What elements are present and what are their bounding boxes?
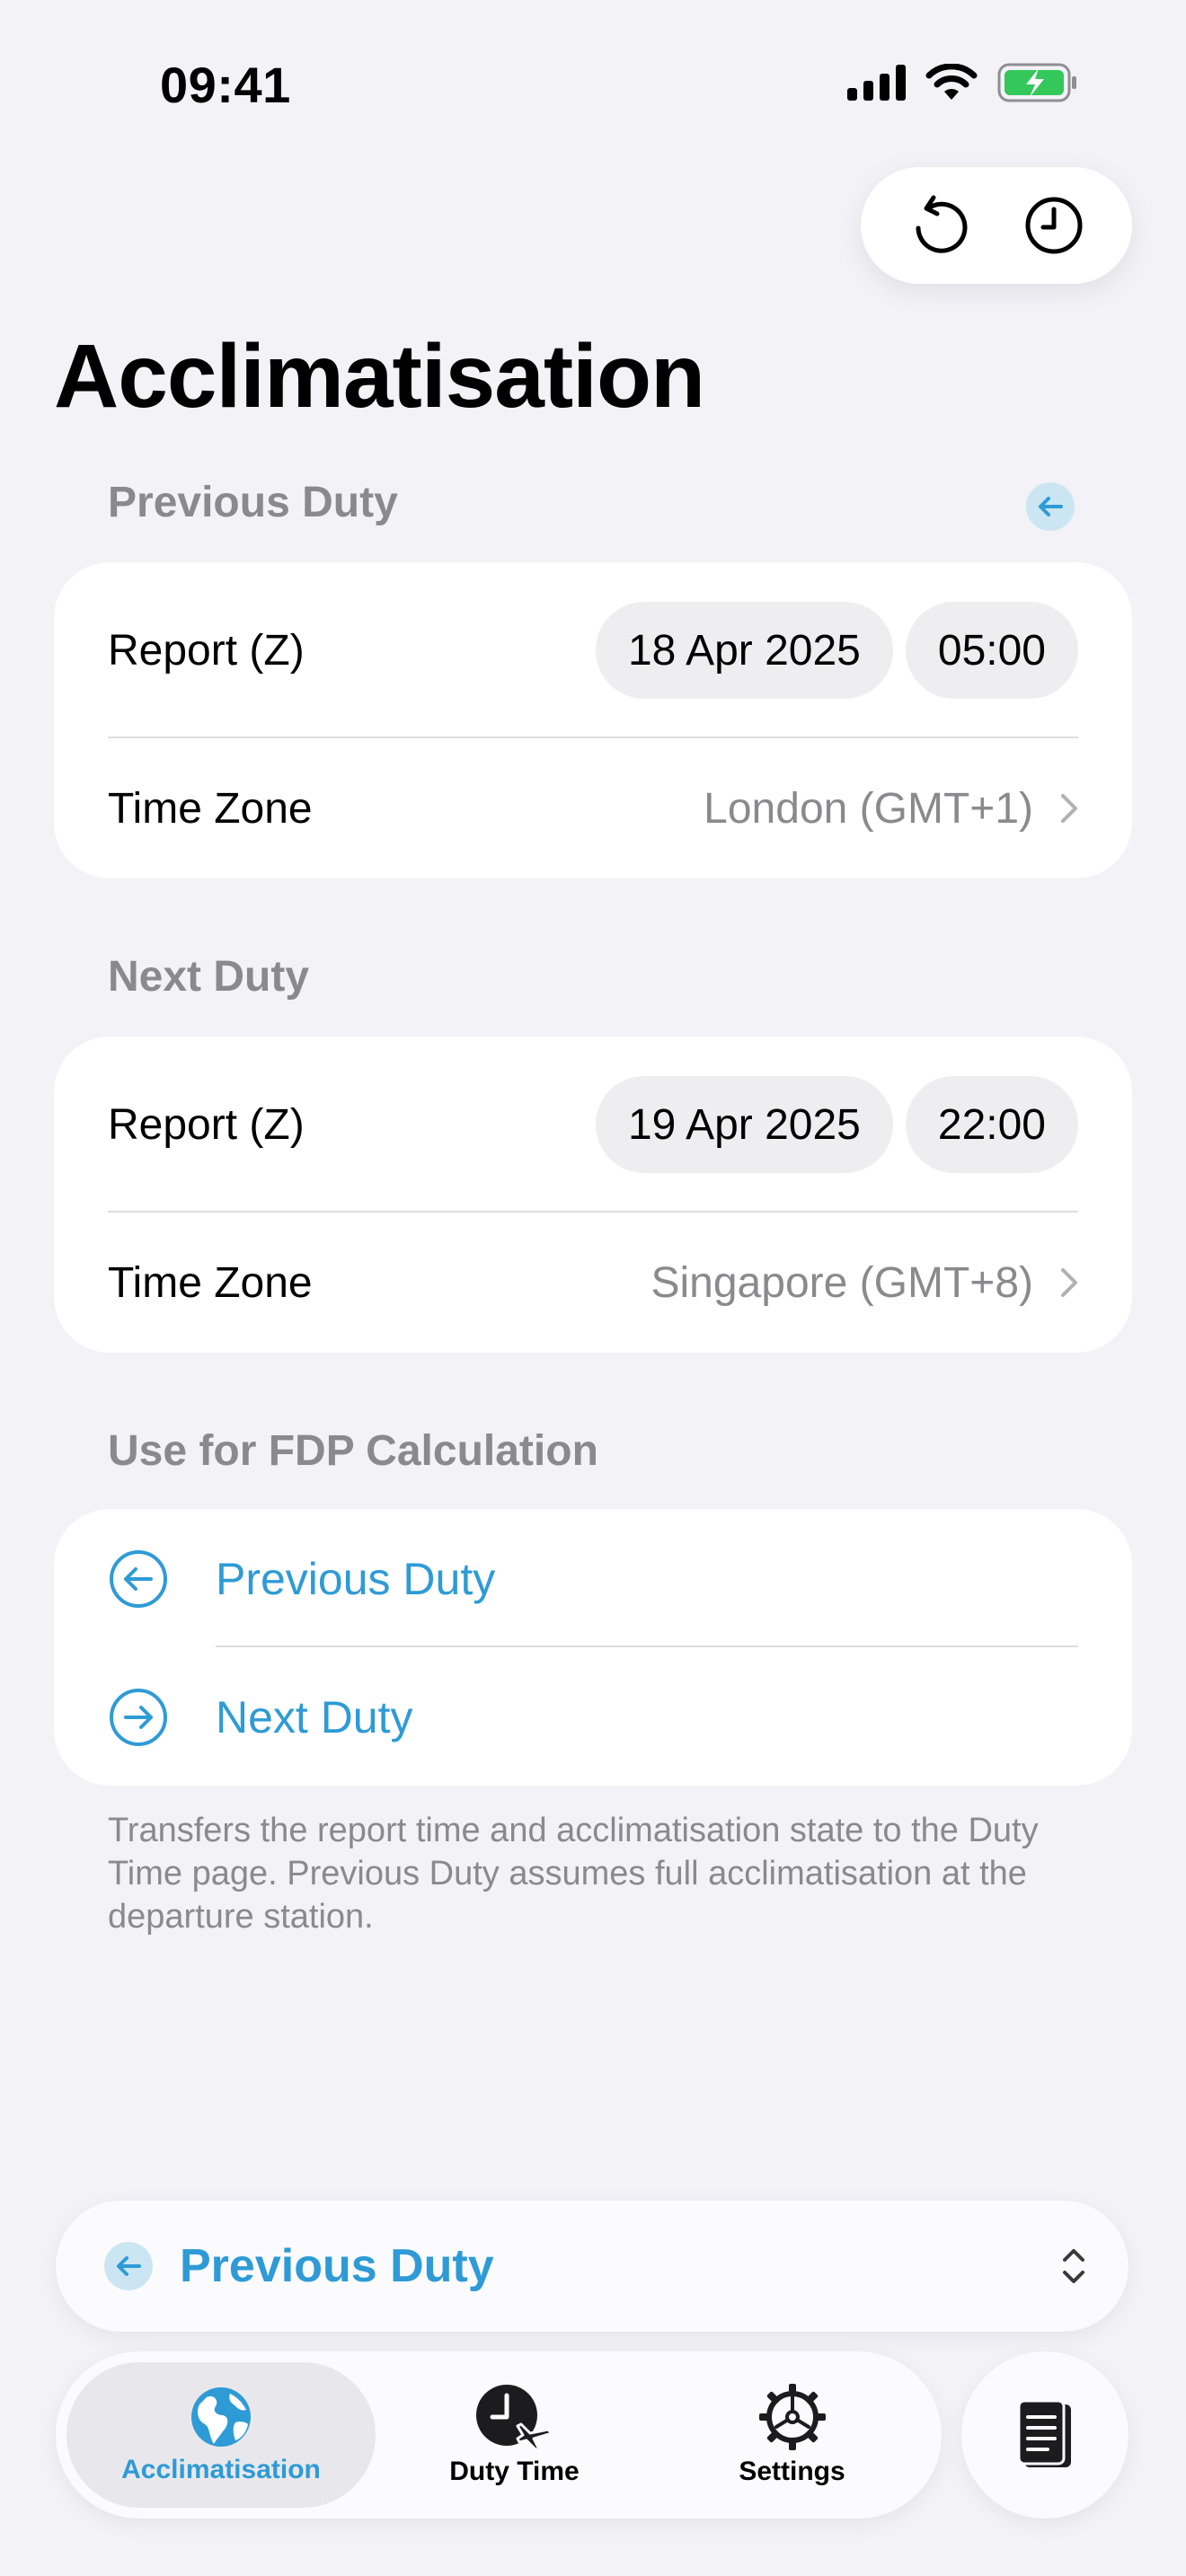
previous-report-time[interactable]: 05:00 [905,602,1078,699]
arrow-right-circle-icon [110,1689,167,1746]
next-duty-card: Report (Z) 19 Apr 2025 22:00 Time Zone S… [54,1037,1132,1353]
arrow-left-icon [1039,497,1063,516]
battery-charging-icon [997,63,1078,102]
arrow-left-icon [117,2256,141,2276]
tab-label: Acclimatisation [121,2455,321,2484]
previous-timezone-label: Time Zone [108,784,313,833]
cellular-signal-icon [847,65,906,101]
previous-report-label: Report (Z) [108,626,305,675]
next-timezone-label: Time Zone [108,1258,313,1307]
status-time: 09:41 [160,57,291,113]
chevron-up-down-icon [1063,2249,1084,2283]
duty-picker[interactable]: Previous Duty [56,2201,1128,2332]
use-previous-duty-label: Previous Duty [216,1554,496,1604]
previous-duty-header: Previous Duty [108,479,398,526]
next-report-date[interactable]: 19 Apr 2025 [595,1076,893,1173]
history-clock-icon [1025,197,1082,254]
previous-timezone-row[interactable]: Time Zone London (GMT+1) [108,738,1078,878]
next-duty-header: Next Duty [108,953,310,1001]
next-report-time[interactable]: 22:00 [905,1076,1078,1173]
previous-report-date[interactable]: 18 Apr 2025 [595,602,893,699]
use-next-duty-button[interactable]: Next Duty [108,1649,1078,1786]
tab-label: Settings [739,2457,845,2486]
fdp-card: Previous Duty Next Duty [54,1509,1132,1786]
logbook-button[interactable] [961,2351,1128,2519]
next-timezone-row[interactable]: Time Zone Singapore (GMT+8) [108,1213,1078,1353]
globe-icon [191,2387,251,2447]
tab-acclimatisation[interactable]: Acclimatisation [66,2362,376,2508]
tab-label: Duty Time [449,2457,580,2486]
previous-duty-badge[interactable] [1026,482,1075,531]
previous-duty-card: Report (Z) 18 Apr 2025 05:00 Time Zone L… [54,562,1132,878]
top-actions [861,167,1132,284]
gear-icon [758,2384,826,2450]
reset-icon [916,195,967,253]
use-next-duty-label: Next Duty [216,1692,413,1742]
use-previous-duty-button[interactable]: Previous Duty [108,1509,1078,1649]
tab-bar: Acclimatisation Duty Time Settings [56,2351,942,2519]
arrow-left-circle-icon [110,1550,167,1608]
clock-plane-icon [475,2385,553,2451]
tab-settings[interactable]: Settings [653,2362,931,2508]
status-icons [847,63,1078,102]
next-timezone-value: Singapore (GMT+8) [651,1258,1033,1307]
previous-timezone-value: London (GMT+1) [704,784,1033,833]
chevron-right-icon [1061,794,1077,823]
page-title: Acclimatisation [54,326,705,427]
chevron-right-icon [1061,1268,1077,1297]
tab-duty-time[interactable]: Duty Time [376,2362,653,2508]
divider [216,1645,1078,1647]
document-icon [1017,2399,1071,2467]
picker-selected-value: Previous Duty [180,2240,494,2292]
next-report-label: Report (Z) [108,1100,305,1149]
history-button[interactable] [1018,190,1090,261]
reset-button[interactable] [904,190,976,261]
fdp-footnote: Transfers the report time and acclimatis… [108,1812,1039,1936]
fdp-header: Use for FDP Calculation [108,1427,598,1475]
wifi-icon [925,64,978,101]
picker-badge [104,2242,153,2290]
